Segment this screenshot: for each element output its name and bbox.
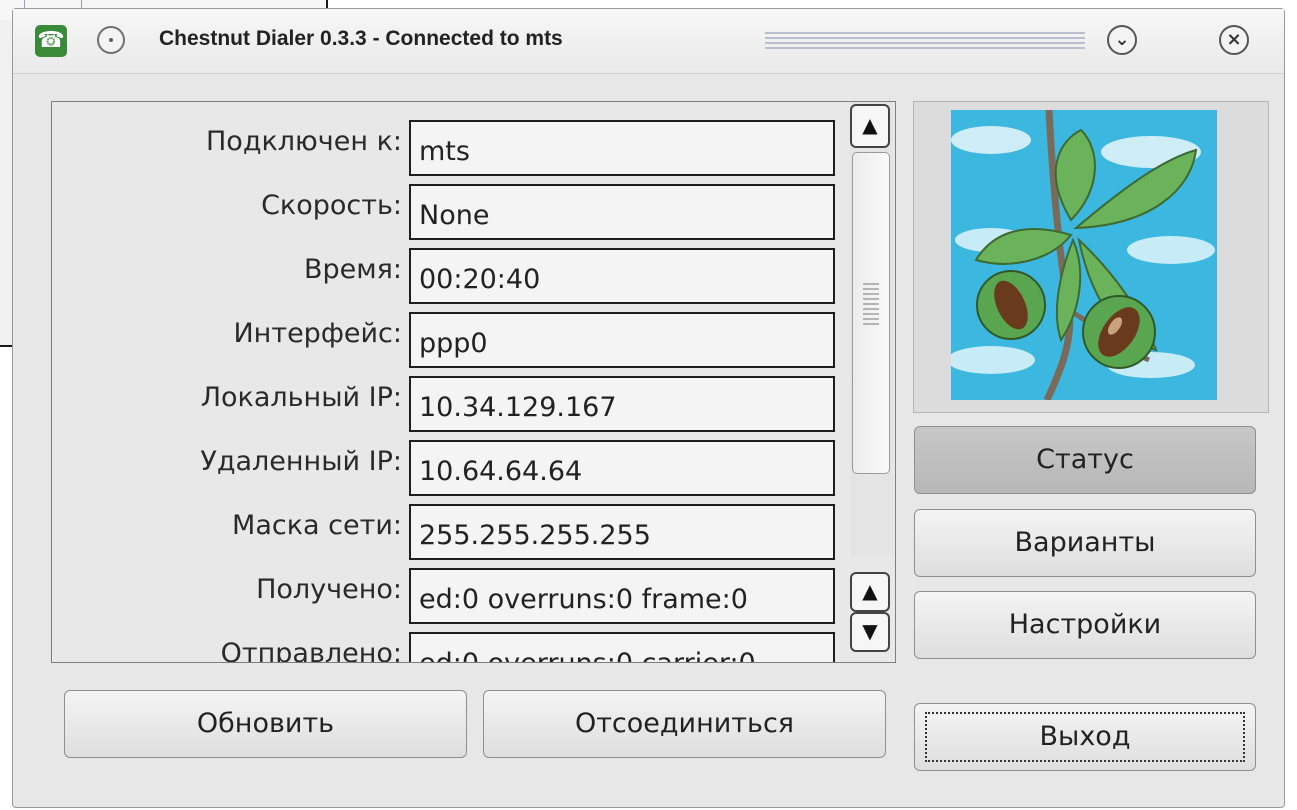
- info-label: Удаленный IP:: [200, 446, 402, 477]
- info-label: Локальный IP:: [200, 382, 402, 413]
- info-row-interface: Интерфейс: ppp0: [52, 312, 852, 370]
- info-label: Подключен к:: [206, 126, 402, 157]
- info-row-speed: Скорость: None: [52, 184, 852, 242]
- info-row-connected-to: Подключен к: mts: [52, 120, 852, 178]
- titlebar-decoration: [765, 32, 1085, 52]
- info-label: Маска сети:: [232, 510, 402, 541]
- phone-icon[interactable]: ☎: [35, 25, 67, 57]
- variants-button[interactable]: Варианты: [914, 509, 1256, 577]
- info-value[interactable]: 00:20:40: [409, 248, 835, 304]
- window-menu-icon[interactable]: [97, 26, 125, 54]
- received-field-scroller[interactable]: ▲ ▼: [850, 572, 890, 652]
- window-title: Chestnut Dialer 0.3.3 - Connected to mts: [159, 27, 563, 50]
- scroll-down-icon[interactable]: ▼: [850, 612, 890, 652]
- scroll-up-icon[interactable]: ▲: [850, 572, 890, 612]
- disconnect-button[interactable]: Отсоединиться: [483, 690, 886, 758]
- info-row-received: Получено: ed:0 overruns:0 frame:0: [52, 568, 852, 626]
- info-value[interactable]: ed:0 overruns:0 frame:0: [409, 568, 835, 624]
- refresh-button[interactable]: Обновить: [64, 690, 467, 758]
- chevron-down-icon[interactable]: ⌄: [1107, 25, 1137, 55]
- chestnut-logo-icon: [951, 110, 1217, 400]
- titlebar[interactable]: ☎ Chestnut Dialer 0.3.3 - Connected to m…: [13, 9, 1284, 74]
- grip-icon: [863, 283, 879, 327]
- logo-frame: [913, 101, 1269, 413]
- info-label: Интерфейс:: [233, 318, 402, 349]
- info-label: Скорость:: [261, 190, 402, 221]
- connection-info-panel: Подключен к: mts Скорость: None Время: 0…: [51, 101, 896, 663]
- info-value[interactable]: 10.34.129.167: [409, 376, 835, 432]
- dialer-window: ☎ Chestnut Dialer 0.3.3 - Connected to m…: [12, 8, 1285, 808]
- info-row-time: Время: 00:20:40: [52, 248, 852, 306]
- info-value[interactable]: 255.255.255.255: [409, 504, 835, 560]
- info-label: Отправлено:: [220, 638, 402, 663]
- info-value[interactable]: 10.64.64.64: [409, 440, 835, 496]
- info-value[interactable]: mts: [409, 120, 835, 176]
- info-value[interactable]: None: [409, 184, 835, 240]
- info-row-local-ip: Локальный IP: 10.34.129.167: [52, 376, 852, 434]
- close-icon[interactable]: ×: [1219, 25, 1249, 55]
- info-value[interactable]: ppp0: [409, 312, 835, 368]
- info-scrollbar[interactable]: ▲: [850, 102, 893, 557]
- status-button[interactable]: Статус: [914, 426, 1256, 494]
- exit-button-label: Выход: [1039, 721, 1131, 752]
- settings-button[interactable]: Настройки: [914, 591, 1256, 659]
- scroll-up-icon[interactable]: ▲: [850, 104, 890, 148]
- info-value[interactable]: ed:0 overruns:0 carrier:0: [409, 632, 835, 662]
- info-label: Время:: [304, 254, 402, 285]
- exit-button[interactable]: Выход: [914, 703, 1256, 771]
- info-row-netmask: Маска сети: 255.255.255.255: [52, 504, 852, 562]
- info-label: Получено:: [256, 574, 402, 605]
- info-row-remote-ip: Удаленный IP: 10.64.64.64: [52, 440, 852, 498]
- info-row-sent: Отправлено: ed:0 overruns:0 carrier:0: [52, 632, 852, 663]
- scrollbar-thumb[interactable]: [852, 152, 890, 474]
